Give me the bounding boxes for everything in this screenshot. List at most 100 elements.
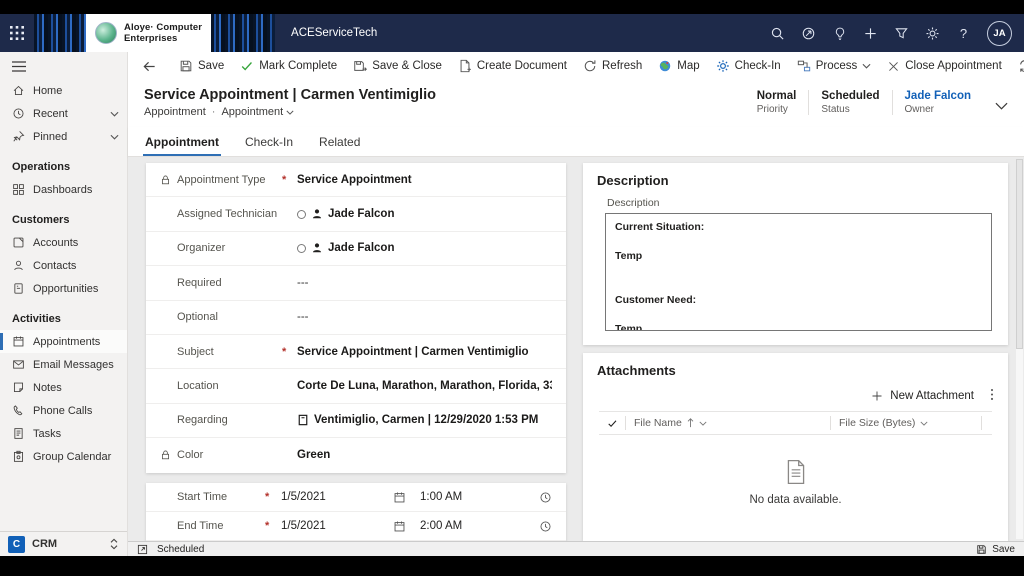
tab-appointment[interactable]: Appointment [145, 135, 219, 156]
logo-line1: Aloye· Computer [124, 22, 202, 33]
app-name[interactable]: ACEServiceTech [291, 27, 377, 39]
map-button[interactable]: Map [650, 54, 707, 78]
sidebar-item-group-calendar[interactable]: Group Calendar [0, 445, 127, 468]
required-asterisk: * [277, 346, 297, 358]
column-label: File Name [634, 417, 682, 429]
help-icon[interactable]: ? [948, 14, 979, 52]
save-button[interactable]: Save [171, 54, 232, 78]
lock-icon [160, 449, 177, 461]
calendar-icon[interactable] [393, 520, 406, 533]
attachments-empty-state: No data available. [597, 459, 994, 506]
sidebar-item-tasks[interactable]: Tasks [0, 422, 127, 445]
search-icon[interactable] [762, 14, 793, 52]
filter-icon[interactable] [886, 14, 917, 52]
clock-icon[interactable] [539, 520, 552, 533]
create-document-button[interactable]: Create Document [450, 54, 575, 78]
quick-create-plus-icon[interactable] [855, 14, 886, 52]
priority-field: Normal Priority [745, 90, 809, 115]
sidebar-item-recent[interactable]: Recent [0, 102, 127, 125]
required-attendees-value[interactable]: --- [297, 277, 552, 289]
sidebar-item-dashboards[interactable]: Dashboards [0, 178, 127, 201]
save-and-close-button[interactable]: Save & Close [345, 54, 450, 78]
contact-record-icon [297, 414, 309, 426]
vertical-scrollbar[interactable] [1016, 159, 1023, 539]
start-time-value[interactable]: 1:00 AM [420, 491, 462, 503]
back-button[interactable] [134, 54, 165, 78]
sidebar-item-contacts[interactable]: Contacts [0, 254, 127, 277]
select-all-checkmark-icon[interactable] [599, 418, 625, 429]
open-in-new-window-icon[interactable] [137, 544, 148, 555]
sidebar-item-label: Recent [33, 108, 68, 120]
app-top-bar: Aloye· Computer Enterprises ACEServiceTe… [0, 14, 1024, 52]
owner-field: Jade Falcon Owner [892, 90, 983, 115]
tab-related[interactable]: Related [319, 135, 360, 156]
command-label: Refresh [602, 60, 642, 72]
field-row-optional: Optional --- [146, 301, 566, 335]
close-appointment-button[interactable]: Close Appointment [879, 54, 1010, 78]
field-label: Subject [177, 346, 277, 358]
end-date-value[interactable]: 1/5/2021 [281, 520, 393, 532]
chevron-down-icon [920, 421, 928, 426]
settings-gear-icon[interactable] [917, 14, 948, 52]
assigned-technician-value[interactable]: Jade Falcon [297, 208, 552, 220]
column-header-file-name[interactable]: File Name [626, 417, 830, 429]
recurrence-button[interactable]: Recurrence [1010, 54, 1024, 78]
scrollbar-thumb[interactable] [1016, 159, 1023, 349]
footer-save-button[interactable]: Save [976, 544, 1015, 555]
appointment-type-value[interactable]: Service Appointment [297, 174, 552, 186]
waffle-menu-icon[interactable] [0, 14, 34, 52]
company-logo[interactable]: Aloye· Computer Enterprises [34, 14, 275, 52]
logo-circuit-pattern-right [211, 14, 275, 52]
form-selector[interactable]: Appointment [221, 106, 283, 118]
field-row-end-time: End Time * 1/5/2021 2:00 AM [146, 512, 566, 541]
sidebar-item-home[interactable]: Home [0, 79, 127, 102]
organizer-value[interactable]: Jade Falcon [297, 242, 552, 254]
new-attachment-button[interactable]: New Attachment [871, 390, 974, 402]
start-date-value[interactable]: 1/5/2021 [281, 491, 393, 503]
header-fields: Normal Priority Scheduled Status Jade Fa… [745, 87, 1012, 115]
smart-assist-lightbulb-icon[interactable] [824, 14, 855, 52]
sidebar-item-label: Notes [33, 382, 62, 394]
guidance-compass-icon[interactable] [793, 14, 824, 52]
tab-check-in[interactable]: Check-In [245, 135, 293, 156]
clock-icon[interactable] [539, 491, 552, 504]
field-label: Assigned Technician [177, 208, 277, 220]
refresh-button[interactable]: Refresh [575, 54, 650, 78]
subject-value[interactable]: Service Appointment | Carmen Ventimiglio [297, 346, 552, 358]
sidebar-item-accounts[interactable]: Accounts [0, 231, 127, 254]
sidebar-item-phone-calls[interactable]: Phone Calls [0, 399, 127, 422]
sidebar-item-opportunities[interactable]: Opportunities [0, 277, 127, 300]
header-expand-chevron-icon[interactable] [995, 102, 1008, 110]
process-button[interactable]: Process [789, 54, 880, 78]
sidebar-item-notes[interactable]: Notes [0, 376, 127, 399]
check-in-button[interactable]: Check-In [708, 54, 789, 78]
field-row-regarding: Regarding Ventimiglio, Carmen | 12/29/20… [146, 404, 566, 438]
attachments-overflow-icon[interactable] [990, 388, 994, 404]
regarding-value[interactable]: Ventimiglio, Carmen | 12/29/2020 1:53 PM [297, 414, 552, 426]
command-label: Process [816, 60, 858, 72]
field-label: Organizer [177, 242, 277, 254]
area-badge: C [8, 536, 25, 553]
sidebar-item-appointments[interactable]: Appointments [0, 330, 127, 353]
command-label: Close Appointment [905, 60, 1002, 72]
owner-value-link[interactable]: Jade Falcon [905, 90, 971, 102]
color-value[interactable]: Green [297, 449, 552, 461]
sidebar-item-pinned[interactable]: Pinned [0, 125, 127, 148]
optional-attendees-value[interactable]: --- [297, 311, 552, 323]
location-value[interactable]: Corte De Luna, Marathon, Marathon, Flori… [297, 380, 552, 392]
field-label: Required [177, 277, 277, 289]
end-time-value[interactable]: 2:00 AM [420, 520, 462, 532]
user-avatar[interactable]: JA [987, 21, 1012, 46]
field-row-assigned-technician: Assigned Technician Jade Falcon [146, 197, 566, 231]
mark-complete-button[interactable]: Mark Complete [232, 54, 345, 78]
sidebar-item-email-messages[interactable]: Email Messages [0, 353, 127, 376]
calendar-icon[interactable] [393, 491, 406, 504]
lookup-text: Jade Falcon [328, 208, 394, 220]
chevron-down-icon [286, 110, 294, 115]
attachments-grid-header: File Name File Size (Bytes) [599, 411, 992, 435]
command-label: Save & Close [372, 60, 442, 72]
area-switcher[interactable]: C CRM [0, 531, 127, 556]
description-textarea[interactable]: Current Situation: Temp Customer Need: T… [605, 213, 992, 331]
column-header-file-size[interactable]: File Size (Bytes) [831, 417, 981, 429]
sidebar-collapse-icon[interactable] [0, 52, 127, 79]
